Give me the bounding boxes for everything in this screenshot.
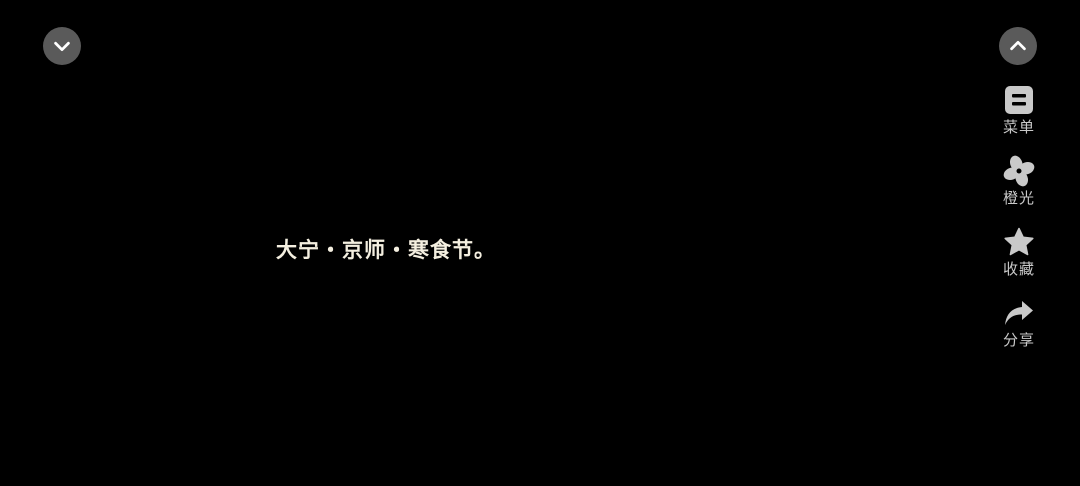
orange-light-label: 橙光 — [1002, 189, 1035, 207]
favorite-button[interactable]: 收藏 — [1003, 226, 1035, 292]
side-menu: 菜单 橙光 收藏 分享 — [990, 84, 1048, 368]
chevron-up-icon — [1010, 40, 1026, 51]
share-icon — [1003, 297, 1035, 329]
menu-label: 菜单 — [1002, 118, 1035, 136]
menu-icon — [1003, 84, 1035, 116]
expand-button[interactable] — [999, 27, 1037, 65]
orange-light-icon — [1003, 155, 1035, 187]
collapse-button[interactable] — [43, 27, 81, 65]
star-icon — [1003, 226, 1035, 258]
orange-light-button[interactable]: 橙光 — [1003, 155, 1035, 221]
share-button[interactable]: 分享 — [1003, 297, 1035, 363]
share-label: 分享 — [1002, 331, 1035, 349]
menu-button[interactable]: 菜单 — [1003, 84, 1035, 150]
favorite-label: 收藏 — [1002, 260, 1035, 278]
story-text[interactable]: 大宁・京师・寒食节。 — [276, 234, 496, 264]
chevron-down-icon — [54, 41, 70, 52]
